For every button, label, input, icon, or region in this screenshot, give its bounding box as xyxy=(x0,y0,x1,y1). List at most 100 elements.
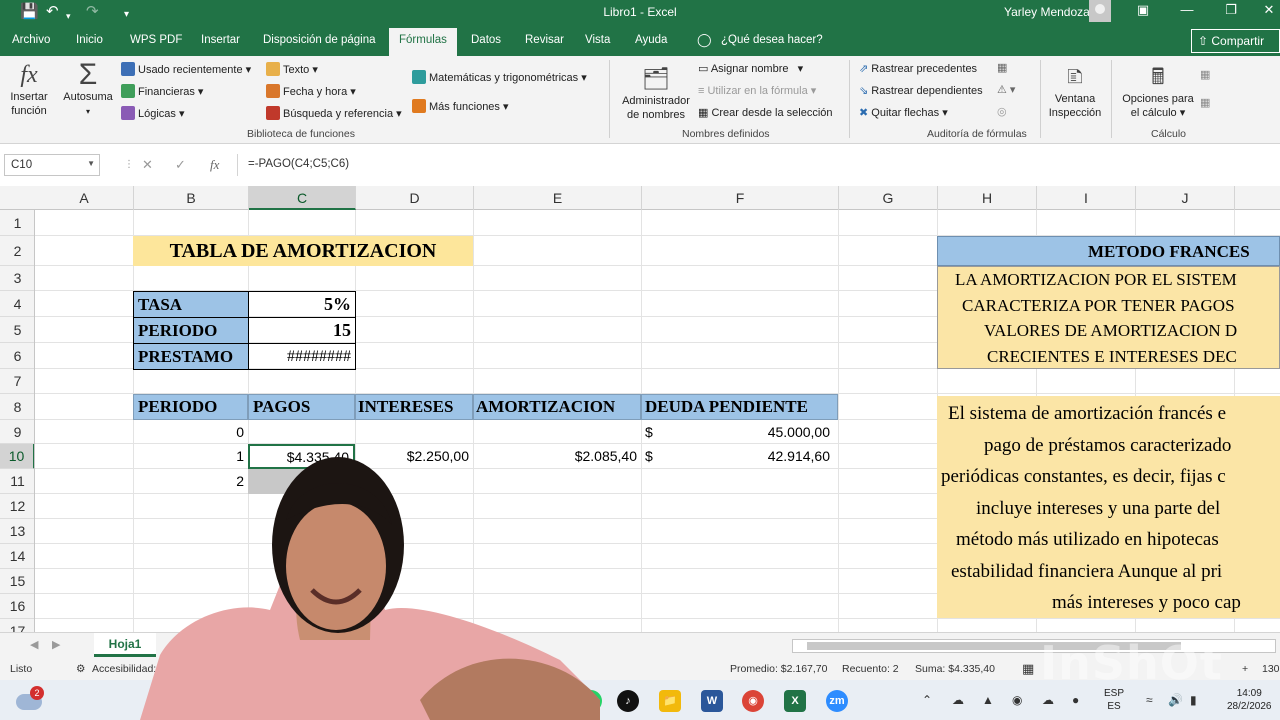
tab-revisar[interactable]: Revisar xyxy=(525,34,564,46)
cell-deuda-symbol[interactable]: $ xyxy=(641,444,671,469)
row-header[interactable]: 13 xyxy=(0,519,34,544)
user-name[interactable]: Yarley Mendoza xyxy=(1004,5,1090,19)
restore-icon[interactable]: ❐ xyxy=(1216,2,1246,18)
row-header[interactable]: 5 xyxy=(0,317,34,343)
column-header-e[interactable]: E xyxy=(474,186,642,210)
ribbon-display-icon[interactable]: ▣ xyxy=(1128,2,1158,18)
cell-pagos-selected[interactable]: $4.335,40 xyxy=(248,444,355,469)
calculate-now-icon[interactable]: ▦ xyxy=(1200,68,1210,82)
evaluate-formula-icon[interactable]: ◎ xyxy=(997,105,1007,119)
lookup-reference-button[interactable]: Búsqueda y referencia ▾ xyxy=(266,106,402,121)
create-from-selection-button[interactable]: ▦ Crear desde la selección xyxy=(698,106,833,120)
tab-insertar[interactable]: Insertar xyxy=(201,34,240,46)
error-checking-icon[interactable]: ⚠ ▾ xyxy=(997,83,1015,97)
row-header[interactable]: 11 xyxy=(0,469,34,494)
add-sheet-icon[interactable]: + xyxy=(182,637,199,654)
column-header-j[interactable]: J xyxy=(1136,186,1235,210)
accessibility-status[interactable]: Accesibilidad: todo xyxy=(92,663,180,675)
tiktok-icon[interactable]: ♪ xyxy=(617,690,639,712)
cell-pagos-fill-preview[interactable] xyxy=(248,469,355,494)
normal-view-icon[interactable]: ▦ xyxy=(1022,661,1034,677)
row-header[interactable]: 15 xyxy=(0,569,34,594)
description-panel[interactable]: El sistema de amortización francés e pag… xyxy=(937,396,1280,618)
row-header[interactable]: 1 xyxy=(0,210,34,236)
close-icon[interactable]: ✕ xyxy=(1254,2,1280,18)
column-header-a[interactable]: A xyxy=(35,186,134,210)
row-header[interactable]: 8 xyxy=(0,394,34,420)
watch-window-button[interactable]: 🗈 Ventana Inspección xyxy=(1044,62,1106,120)
row-header[interactable]: 4 xyxy=(0,291,34,317)
row-header[interactable]: 2 xyxy=(0,236,34,266)
sheet-title[interactable]: TABLA DE AMORTIZACION xyxy=(133,236,473,266)
param-value-tasa[interactable]: 5% xyxy=(248,291,356,318)
metodo-frances-text[interactable]: LA AMORTIZACION POR EL SISTEM CARACTERIZ… xyxy=(937,266,1280,369)
row-header[interactable]: 7 xyxy=(0,369,34,394)
column-header-i[interactable]: I xyxy=(1037,186,1136,210)
param-label-periodo[interactable]: PERIODO xyxy=(133,317,249,344)
fx-icon[interactable]: fx xyxy=(210,157,219,173)
onedrive-icon[interactable]: ☁ xyxy=(1042,693,1054,707)
sheet-tab-hoja1[interactable]: Hoja1 xyxy=(94,633,156,657)
trace-dependents-button[interactable]: ⇘ Rastrear dependientes xyxy=(859,84,983,98)
taskbar-clock[interactable]: 14:09 28/2/2026 xyxy=(1227,687,1272,713)
security-icon[interactable]: ▲ xyxy=(982,693,994,707)
trace-precedents-button[interactable]: ⇗ Rastrear precedentes xyxy=(859,62,977,76)
word-icon[interactable]: W xyxy=(701,690,723,712)
cancel-icon[interactable]: ✕ xyxy=(142,157,153,173)
status-sum[interactable]: Suma: $4.335,40 xyxy=(915,663,995,675)
column-header-c[interactable]: C xyxy=(249,186,356,210)
cell-deuda-symbol[interactable]: $ xyxy=(641,420,671,444)
date-time-button[interactable]: Fecha y hora ▾ xyxy=(266,84,356,99)
more-functions-button[interactable]: Más funciones ▾ xyxy=(412,99,509,114)
chrome-icon[interactable]: ◉ xyxy=(742,690,764,712)
use-in-formula-button[interactable]: ≡ Utilizar en la fórmula ▾ xyxy=(698,84,816,98)
cell-deuda[interactable]: 42.914,60 xyxy=(671,444,834,469)
show-formulas-icon[interactable]: ▦ xyxy=(997,61,1007,75)
header-deuda-pendiente[interactable]: DEUDA PENDIENTE xyxy=(641,394,838,420)
next-sheet-icon[interactable]: ▶ xyxy=(52,638,60,651)
camera-tray-icon[interactable]: ◉ xyxy=(1012,693,1022,707)
tab-wps-pdf[interactable]: WPS PDF xyxy=(130,34,182,46)
row-header[interactable]: 14 xyxy=(0,544,34,569)
status-average[interactable]: Promedio: $2.167,70 xyxy=(730,663,827,675)
zoom-in-icon[interactable]: + xyxy=(1242,663,1248,675)
battery-icon[interactable]: ▮ xyxy=(1190,693,1197,707)
show-hidden-icons[interactable]: ⌃ xyxy=(922,693,932,707)
header-intereses[interactable]: INTERESES xyxy=(355,394,473,420)
header-periodo[interactable]: PERIODO xyxy=(133,394,248,420)
tab-disposicion[interactable]: Disposición de página xyxy=(263,34,376,46)
cell-periodo[interactable]: 2 xyxy=(133,469,248,494)
share-button[interactable]: ⇧ Compartir xyxy=(1191,29,1280,53)
logical-button[interactable]: Lógicas ▾ xyxy=(121,106,185,121)
file-explorer-icon[interactable]: 📁 xyxy=(659,690,681,712)
tab-inicio[interactable]: Inicio xyxy=(76,34,103,46)
whatsapp-icon[interactable]: ✆ xyxy=(580,690,602,712)
column-header-g[interactable]: G xyxy=(839,186,938,210)
insert-function-button[interactable]: fx Insertar función xyxy=(6,60,52,118)
row-header[interactable]: 12 xyxy=(0,494,34,519)
avatar[interactable] xyxy=(1089,0,1111,22)
row-header[interactable]: 17 xyxy=(0,619,34,632)
tab-datos[interactable]: Datos xyxy=(471,34,501,46)
metodo-frances-title[interactable]: METODO FRANCES xyxy=(937,236,1280,266)
cell-amortizacion[interactable]: $2.085,40 xyxy=(473,444,641,469)
formula-input[interactable]: =-PAGO(C4;C5;C6) xyxy=(237,154,1280,176)
header-pagos[interactable]: PAGOS xyxy=(248,394,355,420)
tab-formulas[interactable]: Fórmulas xyxy=(389,28,457,56)
row-header[interactable]: 10 xyxy=(0,444,34,469)
volume-icon[interactable]: 🔊 xyxy=(1168,693,1183,707)
wifi-icon[interactable]: ≈ xyxy=(1146,693,1153,707)
math-trig-button[interactable]: Matemáticas y trigonométricas ▾ xyxy=(412,70,587,85)
param-value-prestamo[interactable]: ######## xyxy=(248,343,356,370)
cell-periodo[interactable]: 1 xyxy=(133,444,248,469)
tab-ayuda[interactable]: Ayuda xyxy=(635,34,667,46)
calculate-sheet-icon[interactable]: ▦ xyxy=(1200,96,1210,110)
tell-me-search[interactable]: ¿Qué desea hacer? xyxy=(721,34,823,46)
text-button[interactable]: Texto ▾ xyxy=(266,62,318,77)
tab-vista[interactable]: Vista xyxy=(585,34,610,46)
language-indicator[interactable]: ESP ES xyxy=(1104,687,1124,713)
column-header-f[interactable]: F xyxy=(642,186,839,210)
cell-periodo[interactable]: 0 xyxy=(133,420,248,444)
enter-icon[interactable]: ✓ xyxy=(175,157,186,173)
cloud-icon[interactable]: ☁ xyxy=(952,693,964,707)
